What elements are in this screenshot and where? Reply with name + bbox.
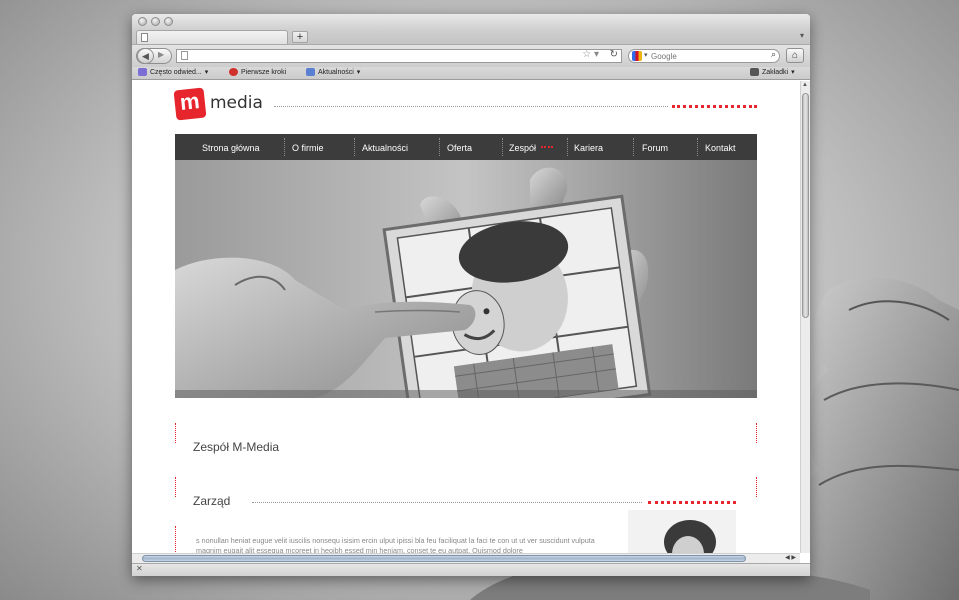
page-viewport: m media Strona główna O firmie Aktualnoś…	[132, 81, 800, 553]
menu-separator	[502, 138, 503, 156]
menu-separator	[633, 138, 634, 156]
menu-item-forum[interactable]: Forum	[642, 143, 668, 153]
main-menu: Strona główna O firmie Aktualności Ofert…	[175, 134, 757, 160]
status-bar: ✕	[132, 563, 810, 576]
rss-icon	[306, 68, 315, 76]
home-button[interactable]: ⌂	[786, 48, 804, 63]
menu-item-o-firmie[interactable]: O firmie	[292, 143, 324, 153]
back-forward-buttons: ◀ ▶	[136, 48, 172, 64]
chevron-down-icon: ▾	[204, 69, 209, 76]
header-divider	[274, 106, 668, 107]
bookmark-star-icon[interactable]: ☆ ▾	[582, 49, 599, 60]
firefox-icon	[229, 68, 238, 76]
title-bar	[132, 14, 810, 30]
menu-item-strona-glowna[interactable]: Strona główna	[202, 143, 260, 153]
chevron-down-icon: ▾	[356, 69, 361, 76]
address-bar[interactable]: ☆ ▾ ↻	[176, 49, 622, 63]
subsection-left-accent	[175, 477, 176, 497]
menu-separator	[284, 138, 285, 156]
team-description-text: s nonullan heniat eugue velit iuscilis n…	[196, 536, 595, 553]
menu-separator	[697, 138, 698, 156]
close-window-button[interactable]	[138, 17, 147, 26]
subsection-accent-dots	[648, 501, 736, 504]
zoom-window-button[interactable]	[164, 17, 173, 26]
active-menu-indicator	[541, 146, 553, 148]
header-accent-dots	[672, 105, 757, 108]
scroll-up-icon[interactable]: ▲	[802, 82, 808, 88]
bookmark-label: Pierwsze kroki	[241, 68, 287, 76]
bookmarks-toolbar: Często odwied... ▾ Pierwsze kroki Aktual…	[132, 67, 810, 80]
forward-button[interactable]: ▶	[158, 50, 164, 59]
section-right-accent	[756, 423, 757, 443]
horizontal-scroll-thumb[interactable]	[142, 555, 746, 562]
bookmark-item[interactable]: Aktualności ▾	[306, 68, 360, 76]
back-button[interactable]: ◀	[137, 48, 154, 64]
search-box: ▾ ⌕	[628, 49, 780, 63]
menu-item-zespol[interactable]: Zespół	[509, 143, 536, 153]
chevron-down-icon[interactable]: ▾	[644, 51, 648, 59]
horizontal-scrollbar[interactable]: ◀ ▶	[132, 553, 800, 563]
logo[interactable]: m	[173, 87, 207, 121]
search-icon[interactable]: ⌕	[771, 49, 776, 60]
reload-icon[interactable]: ↻	[610, 49, 618, 60]
menu-item-oferta[interactable]: Oferta	[447, 143, 472, 153]
bookmarks-folder-icon	[138, 68, 147, 76]
scroll-left-right-icon[interactable]: ◀ ▶	[785, 554, 796, 561]
team-member-photo	[628, 510, 736, 553]
subsection-title: Zarząd	[193, 494, 231, 508]
vertical-scroll-thumb[interactable]	[802, 93, 809, 318]
subsection-divider	[252, 502, 642, 503]
menu-item-kontakt[interactable]: Kontakt	[705, 143, 736, 153]
section-title: Zespół M-Media	[193, 440, 280, 454]
search-input[interactable]	[651, 50, 761, 62]
bookmark-item[interactable]: Często odwied... ▾	[138, 68, 208, 76]
new-tab-button[interactable]: +	[292, 31, 308, 43]
google-icon[interactable]	[632, 51, 642, 61]
vertical-scrollbar[interactable]: ▲	[800, 81, 810, 553]
menu-separator	[354, 138, 355, 156]
subsection-right-accent	[756, 477, 757, 497]
bookmark-item[interactable]: Pierwsze kroki	[229, 68, 286, 76]
browser-tab[interactable]	[136, 30, 288, 44]
section-left-accent	[175, 423, 176, 443]
background-hand-image	[796, 277, 959, 600]
bookmarks-menu-icon	[750, 68, 759, 76]
navigation-toolbar: ◀ ▶ ☆ ▾ ↻ ▾ ⌕ ⌂	[132, 45, 810, 67]
bookmark-label: Często odwied...	[150, 68, 202, 76]
bookmarks-menu-label: Zakładki	[762, 68, 789, 76]
chevron-down-icon[interactable]: ▾	[800, 31, 804, 40]
logo-text: media	[210, 93, 263, 113]
menu-separator	[567, 138, 568, 156]
content-left-accent	[175, 526, 176, 553]
bookmarks-menu[interactable]: Zakładki ▾	[750, 68, 795, 76]
hero-puzzle-image	[175, 160, 757, 398]
menu-item-kariera[interactable]: Kariera	[574, 143, 603, 153]
menu-item-aktualnosci[interactable]: Aktualności	[362, 143, 408, 153]
logo-letter: m	[178, 88, 201, 115]
bookmark-label: Aktualności	[318, 68, 354, 76]
menu-separator	[439, 138, 440, 156]
browser-window: + ▾ ◀ ▶ ☆ ▾ ↻ ▾ ⌕ ⌂ Często odwied... ▾ P…	[132, 14, 810, 576]
minimize-window-button[interactable]	[151, 17, 160, 26]
page-icon	[141, 33, 148, 42]
tab-strip: + ▾	[132, 30, 810, 45]
page-icon	[181, 51, 188, 60]
close-icon[interactable]: ✕	[136, 564, 143, 573]
chevron-down-icon: ▾	[791, 69, 795, 76]
